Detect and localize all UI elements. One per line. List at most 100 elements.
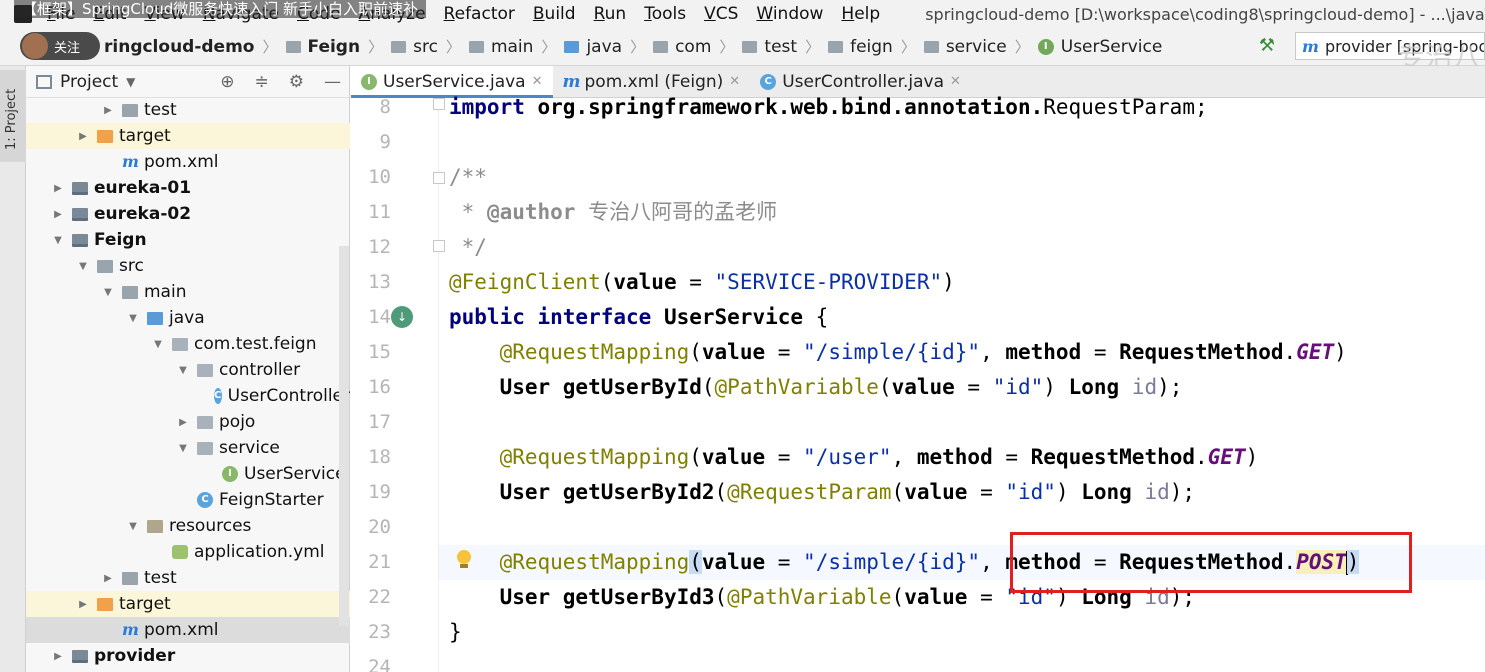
tree-item[interactable]: ▶ test <box>26 565 350 591</box>
collapse-all-icon[interactable]: ≑ <box>255 72 269 92</box>
project-panel-title[interactable]: Project <box>60 72 118 92</box>
fold-marker[interactable] <box>433 240 445 252</box>
chevron-down-icon[interactable]: ▼ <box>100 287 116 298</box>
lightbulb-icon[interactable] <box>457 550 471 568</box>
line-number: 14 <box>368 306 391 328</box>
interface-icon: I <box>361 73 377 90</box>
code-line-8: import org.springframework.web.bind.anno… <box>449 95 1208 119</box>
cls-icon: C <box>197 492 213 508</box>
breadcrumb-item[interactable]: java 〉 <box>564 36 653 57</box>
chevron-down-icon[interactable]: ▼ <box>125 313 141 324</box>
fold-marker[interactable] <box>433 98 445 110</box>
close-icon[interactable]: ✕ <box>950 74 961 89</box>
breadcrumb-item[interactable]: service 〉 <box>923 36 1038 57</box>
tree-item[interactable]: m pom.xml <box>26 149 350 175</box>
iface-icon: I <box>222 466 238 482</box>
tree-item[interactable]: I UserService <box>26 461 350 487</box>
tree-item[interactable]: m pom.xml <box>26 617 350 643</box>
breadcrumb-item[interactable]: test 〉 <box>742 36 828 57</box>
breadcrumb-item[interactable]: main 〉 <box>468 36 565 57</box>
chevron-down-icon[interactable]: ▼ <box>126 75 135 89</box>
line-number: 22 <box>368 586 391 608</box>
tree-item[interactable]: ▶ test <box>26 97 350 123</box>
chevron-right-icon[interactable]: ▶ <box>100 105 116 116</box>
tree-item[interactable]: ▼ com.test.feign <box>26 331 350 357</box>
tree-item[interactable]: application.yml <box>26 539 350 565</box>
menu-vcs[interactable]: VCS <box>695 4 747 24</box>
module-icon <box>72 207 88 221</box>
tree-item[interactable]: ▼ controller <box>26 357 350 383</box>
minimize-icon[interactable]: — <box>324 72 341 92</box>
code-line-15: @RequestMapping(value = "/simple/{id}", … <box>499 340 1347 364</box>
line-number: 21 <box>368 551 391 573</box>
tree-item[interactable]: ▶ eureka-01 <box>26 175 350 201</box>
menu-window[interactable]: Window <box>747 4 832 24</box>
tree-item[interactable]: ▼ Feign <box>26 227 350 253</box>
tree-item[interactable]: ▼ java <box>26 305 350 331</box>
implemented-gutter-icon[interactable]: ↓ <box>391 306 413 328</box>
build-hammer-icon[interactable]: ⚒ <box>1257 36 1277 56</box>
line-number: 10 <box>368 166 391 188</box>
tree-item[interactable]: ▶ eureka-02 <box>26 201 350 227</box>
locate-icon[interactable]: ⊕ <box>220 72 234 92</box>
chevron-right-icon[interactable]: ▶ <box>75 599 91 610</box>
tree-item[interactable]: ▶ pojo <box>26 409 350 435</box>
chevron-down-icon[interactable]: ▼ <box>125 521 141 532</box>
tree-item[interactable]: ▶ target <box>26 591 350 617</box>
chevron-down-icon[interactable]: ▼ <box>150 339 166 350</box>
folder-blue-icon <box>147 311 163 325</box>
line-number: 23 <box>368 621 391 643</box>
code-line-23: } <box>449 620 462 644</box>
res-icon <box>147 519 163 533</box>
tree-item[interactable]: ▼ main <box>26 279 350 305</box>
breadcrumb-item[interactable]: I UserService <box>1037 36 1162 57</box>
line-number: 8 <box>379 96 391 118</box>
menu-tools[interactable]: Tools <box>635 4 695 24</box>
line-number: 9 <box>379 131 391 153</box>
breadcrumb-item[interactable]: Feign 〉 <box>285 36 392 57</box>
scrollbar[interactable] <box>339 246 349 626</box>
tree-item[interactable]: C FeignStarter <box>26 487 350 513</box>
chevron-right-icon[interactable]: ▶ <box>100 573 116 584</box>
folder-icon <box>285 40 301 53</box>
folder-icon <box>923 40 939 53</box>
uploader-avatar[interactable]: 关注 <box>20 32 100 60</box>
window-title: springcloud-demo [D:\workspace\coding8\s… <box>925 4 1485 24</box>
tree-item[interactable]: ▼ src <box>26 253 350 279</box>
line-number: 17 <box>368 411 391 433</box>
menu-refactor[interactable]: Refactor <box>435 4 524 24</box>
folder-orange-icon <box>97 597 113 611</box>
tree-item[interactable]: ▼ resources <box>26 513 350 539</box>
breadcrumb-item[interactable]: com 〉 <box>653 36 742 57</box>
breadcrumb: Feign 〉 src 〉 main 〉 java 〉 com 〉 test 〉 feign 〉 servi… <box>285 36 1162 57</box>
menu-build[interactable]: Build <box>524 4 585 24</box>
tree-item[interactable]: C UserController <box>26 383 350 409</box>
line-number: 12 <box>368 236 391 258</box>
project-tool-tab[interactable]: 1: Project <box>0 70 26 162</box>
menu-run[interactable]: Run <box>585 4 636 24</box>
folder-icon <box>653 40 669 53</box>
chevron-down-icon[interactable]: ▼ <box>175 443 191 454</box>
chevron-down-icon[interactable]: ▼ <box>75 261 91 272</box>
menu-help[interactable]: Help <box>832 4 889 24</box>
breadcrumb-item[interactable]: feign 〉 <box>828 36 924 57</box>
breadcrumb-item[interactable]: src 〉 <box>391 36 469 57</box>
project-panel-header: Project ▼ ⊕ ≑ ⚙ — <box>26 66 349 98</box>
chevron-right-icon[interactable]: ▶ <box>175 417 191 428</box>
chevron-right-icon[interactable]: ▶ <box>75 131 91 142</box>
tree-item[interactable]: ▶ provider <box>26 643 350 669</box>
chevron-right-icon[interactable]: ▶ <box>50 209 66 220</box>
close-icon[interactable]: ✕ <box>532 74 543 89</box>
chevron-down-icon[interactable]: ▼ <box>50 235 66 246</box>
chevron-down-icon[interactable]: ▼ <box>175 365 191 376</box>
line-number: 16 <box>368 376 391 398</box>
chevron-right-icon[interactable]: ▶ <box>50 183 66 194</box>
fold-marker[interactable] <box>433 172 445 184</box>
close-icon[interactable]: ✕ <box>729 74 740 89</box>
breadcrumb-project[interactable]: ringcloud-demo 〉 <box>104 36 286 57</box>
module-icon <box>72 181 88 195</box>
tree-item[interactable]: ▼ service <box>26 435 350 461</box>
gear-icon[interactable]: ⚙ <box>289 72 304 92</box>
chevron-right-icon[interactable]: ▶ <box>50 651 66 662</box>
tree-item[interactable]: ▶ target <box>26 123 350 149</box>
